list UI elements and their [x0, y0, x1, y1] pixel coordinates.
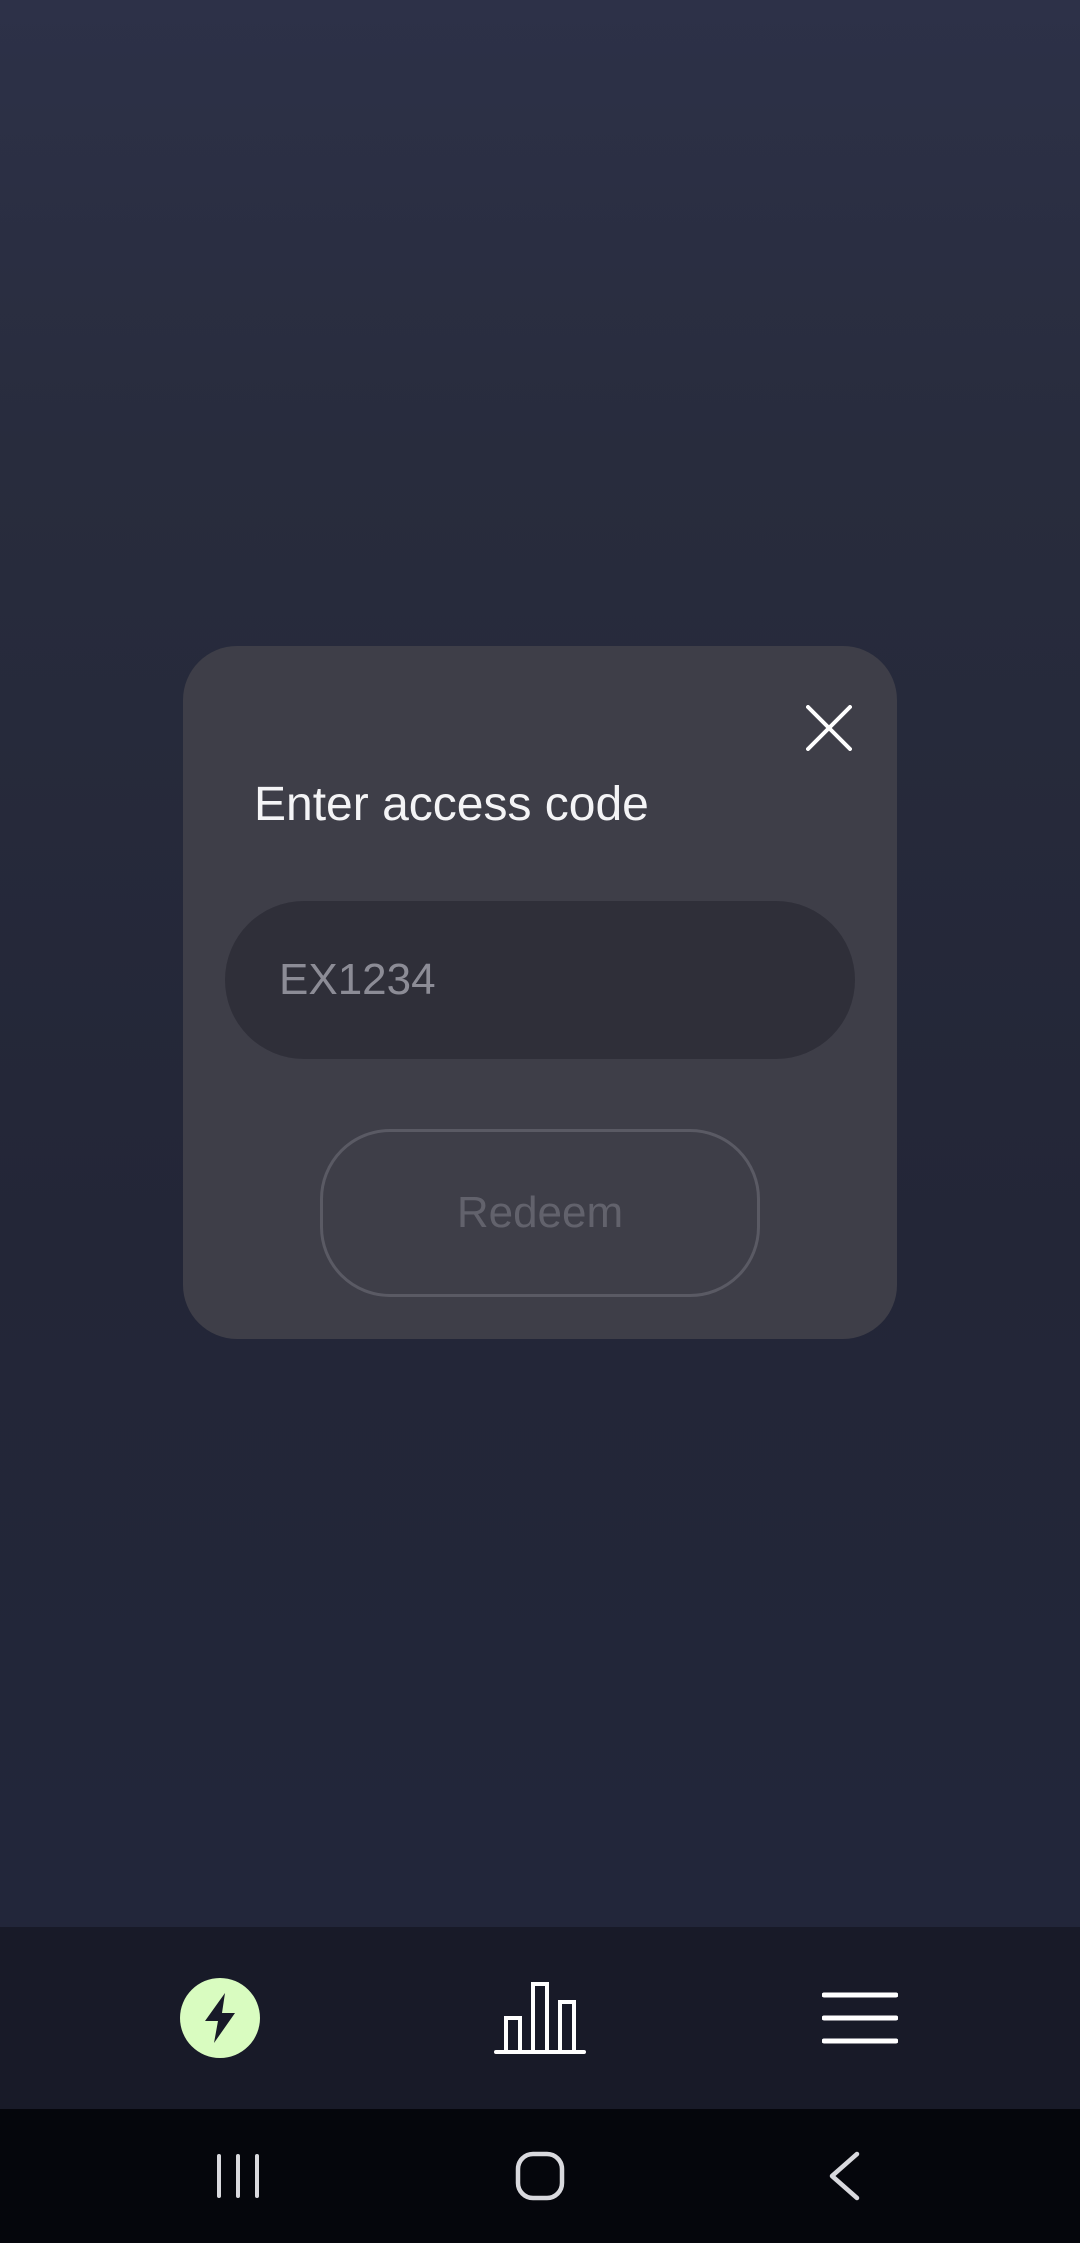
redeem-button[interactable]: Redeem: [320, 1129, 760, 1297]
system-navigation-bar: [0, 2109, 1080, 2243]
hamburger-menu-icon: [822, 1992, 898, 2044]
access-code-dialog: Enter access code Redeem: [183, 646, 897, 1339]
close-icon: [806, 705, 852, 751]
bottom-navigation: [0, 1927, 1080, 2109]
nav-item-boost[interactable]: [120, 1927, 320, 2109]
home-icon: [515, 2151, 565, 2201]
nav-item-stats[interactable]: [440, 1927, 640, 2109]
lightning-bolt-icon: [205, 1993, 235, 2043]
nav-item-menu[interactable]: [760, 1927, 960, 2109]
back-button[interactable]: [764, 2109, 924, 2243]
active-indicator: [180, 1978, 260, 2058]
home-button[interactable]: [460, 2109, 620, 2243]
dialog-title: Enter access code: [254, 778, 649, 831]
back-icon: [829, 2151, 860, 2201]
recents-icon: [217, 2154, 259, 2198]
close-button[interactable]: [793, 692, 865, 764]
recents-button[interactable]: [158, 2109, 318, 2243]
bar-chart-icon: [494, 1982, 586, 2054]
access-code-input[interactable]: [225, 901, 855, 1059]
